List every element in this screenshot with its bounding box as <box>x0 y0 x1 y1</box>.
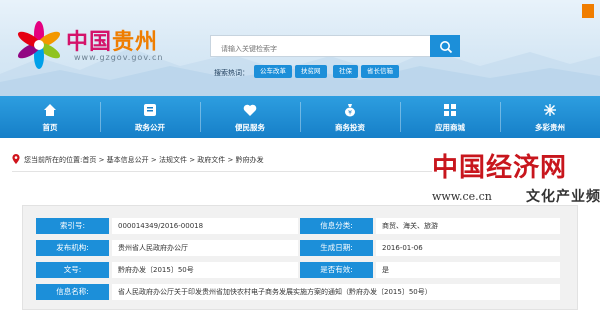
search-button[interactable] <box>430 35 460 57</box>
svg-text:¥: ¥ <box>348 110 352 117</box>
hot-words-label: 搜索热词： <box>214 69 249 77</box>
corner-flag[interactable] <box>582 4 594 18</box>
logo-text-guizhou: 贵州 <box>112 30 159 55</box>
index-value: 000014349/2016-00018 <box>112 218 298 234</box>
index-label: 索引号: <box>36 218 109 234</box>
nav-item-service[interactable]: 便民服务 <box>200 96 300 138</box>
nav-item-label: 政务公开 <box>135 123 165 132</box>
category-value: 商贸、海关、旅游 <box>376 218 560 234</box>
publisher-value: 贵州省人民政府办公厅 <box>112 240 298 256</box>
date-value: 2016-01-06 <box>376 240 560 256</box>
nav-item-label: 商务投资 <box>335 123 365 132</box>
breadcrumb-divider <box>12 171 432 172</box>
government-icon <box>144 104 156 116</box>
main-nav: 首页 政务公开 便民服务 ¥ 商务投资 应用商城 多彩贵州 <box>0 96 600 138</box>
nav-item-investment[interactable]: ¥ 商务投资 <box>300 96 400 138</box>
home-icon <box>44 104 56 116</box>
document-number-value: 黔府办发〔2015〕50号 <box>112 262 298 278</box>
logo-url: www.gzgov.gov.cn <box>74 53 164 62</box>
document-number-label: 文号: <box>36 262 109 278</box>
search-input[interactable] <box>219 38 423 60</box>
nav-item-label: 便民服务 <box>235 123 265 132</box>
colorful-guizhou-icon <box>544 104 556 116</box>
search-box <box>210 35 430 60</box>
hot-word-tag[interactable]: 省长信箱 <box>361 65 399 78</box>
nav-item-label: 首页 <box>42 123 58 132</box>
publisher-label: 发布机构: <box>36 240 109 256</box>
service-icon <box>243 104 257 116</box>
hot-word-tag[interactable]: 扶贫网 <box>295 65 327 78</box>
nav-item-home[interactable]: 首页 <box>0 96 100 138</box>
hot-word-tag[interactable]: 公车改革 <box>254 65 292 78</box>
nav-item-government[interactable]: 政务公开 <box>100 96 200 138</box>
validity-value: 是 <box>376 262 560 278</box>
nav-item-store[interactable]: 应用商城 <box>400 96 500 138</box>
hot-word-tag[interactable]: 社保 <box>333 65 358 78</box>
info-name-label: 信息名称: <box>36 284 109 300</box>
nav-item-label: 多彩贵州 <box>535 123 565 132</box>
breadcrumb[interactable]: 您当前所在的位置:首页 > 基本信息公开 > 法规文件 > 政府文件 > 黔府办… <box>24 155 264 165</box>
nav-item-colorful-guizhou[interactable]: 多彩贵州 <box>500 96 600 138</box>
flower-logo-icon <box>17 21 61 69</box>
logo-text: 中国贵州 <box>66 24 158 56</box>
money-bag-icon: ¥ <box>345 104 355 117</box>
nav-item-label: 应用商城 <box>435 123 465 132</box>
logo-text-china: 中国 <box>66 30 113 55</box>
site-logo[interactable]: 中国贵州 www.gzgov.gov.cn <box>14 20 184 70</box>
location-pin-icon <box>12 154 20 164</box>
watermark-url: www.ce.cn <box>432 190 492 203</box>
search-icon <box>440 41 453 54</box>
site-header: 中国贵州 www.gzgov.gov.cn 搜索热词： 公车改革 扶贫网 社保 … <box>0 0 600 96</box>
date-label: 生成日期: <box>300 240 373 256</box>
watermark-title: 中国经济网 <box>432 153 568 183</box>
watermark-channel: 文化产业频道 <box>526 189 600 205</box>
store-icon <box>444 104 456 116</box>
validity-label: 是否有效: <box>300 262 373 278</box>
info-name-value: 省人民政府办公厅关于印发贵州省加快农村电子商务发展实施方案的通知（黔府办发〔20… <box>112 284 560 300</box>
category-label: 信息分类: <box>300 218 373 234</box>
